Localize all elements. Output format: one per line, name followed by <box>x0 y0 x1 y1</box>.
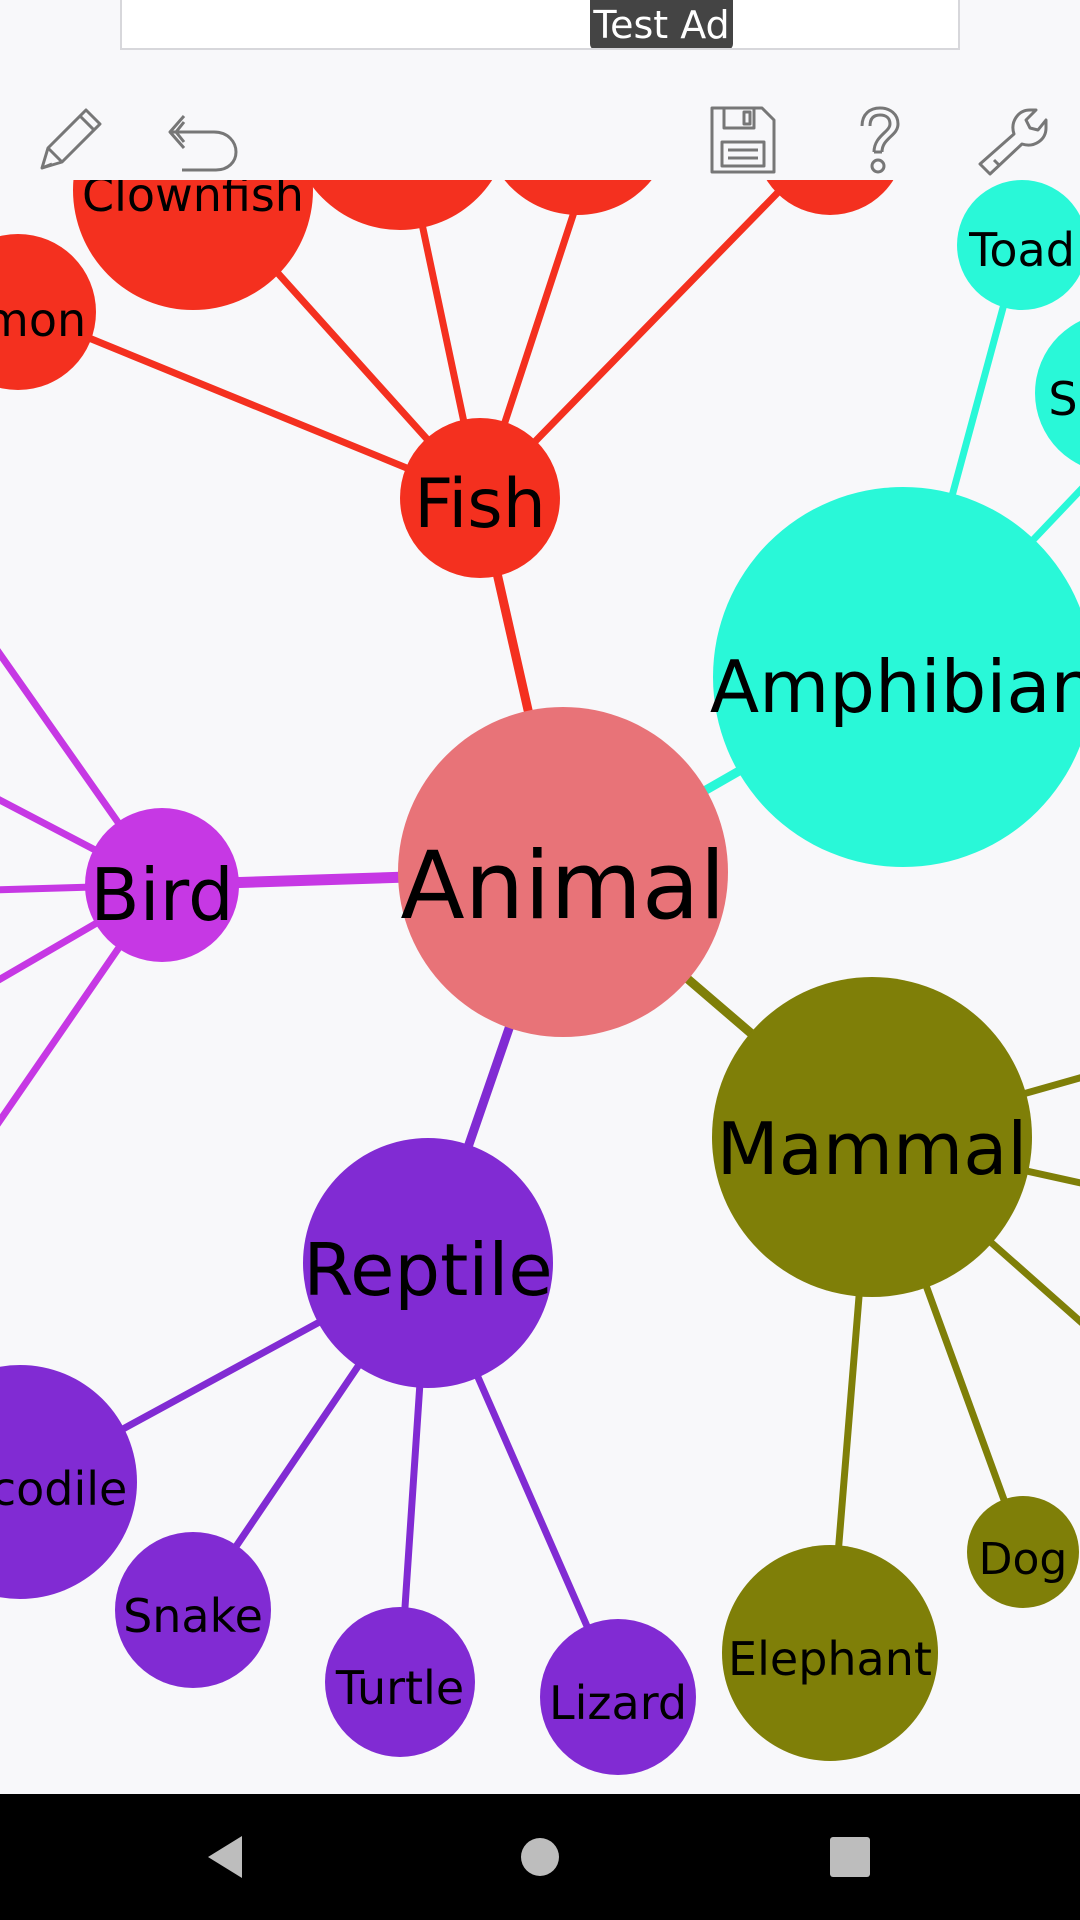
label-reptile: Reptile <box>303 1228 552 1312</box>
label-toad: Toad <box>968 223 1075 277</box>
label-lizard: Lizard <box>549 1676 687 1730</box>
recents-icon[interactable] <box>815 1822 885 1892</box>
label-amphibian: Amphibian <box>710 645 1080 729</box>
label-snake: Snake <box>123 1589 263 1643</box>
ad-label: Test Ad <box>590 0 733 48</box>
toolbar <box>0 50 1080 180</box>
ad-banner[interactable]: Test Ad <box>120 0 960 50</box>
label-salmon: Salmon <box>0 293 86 347</box>
label-animal: Animal <box>400 832 725 941</box>
label-dog: Dog <box>979 1534 1068 1585</box>
mindmap-canvas[interactable]: Clownfish Salmon Fish Toad S Amphibian B… <box>0 0 1080 1794</box>
pencil-icon[interactable] <box>28 98 112 182</box>
label-s: S <box>1048 372 1077 426</box>
undo-icon[interactable] <box>162 98 246 182</box>
label-crocodile: Crocodile <box>0 1462 127 1516</box>
label-turtle: Turtle <box>335 1661 464 1715</box>
wrench-icon[interactable] <box>970 98 1054 182</box>
back-icon[interactable] <box>190 1822 260 1892</box>
label-mammal: Mammal <box>717 1107 1028 1191</box>
save-icon[interactable] <box>700 98 784 182</box>
label-elephant: Elephant <box>728 1632 932 1686</box>
home-icon[interactable] <box>505 1822 575 1892</box>
system-nav-bar <box>0 1794 1080 1920</box>
label-fish: Fish <box>414 465 546 544</box>
help-icon[interactable] <box>836 98 920 182</box>
label-bird: Bird <box>90 853 233 937</box>
